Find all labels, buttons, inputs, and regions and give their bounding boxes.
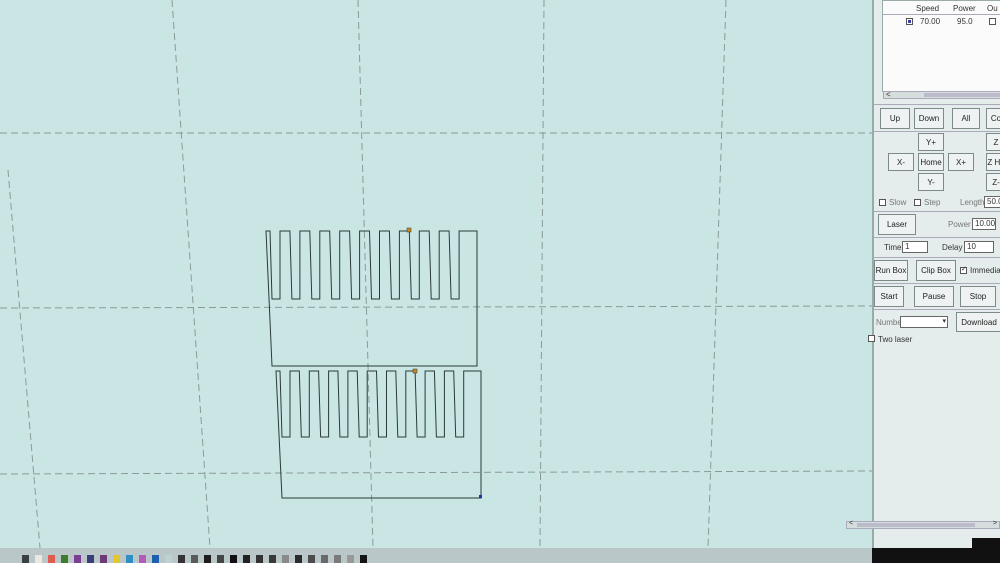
output-header: Ou [987, 4, 998, 13]
color-swatch[interactable] [126, 555, 133, 563]
y-plus-button[interactable]: Y+ [918, 133, 944, 151]
comb-shapes[interactable] [265, 227, 482, 499]
horizontal-guide [0, 305, 872, 309]
page-guides [0, 0, 872, 548]
color-swatch[interactable] [321, 555, 328, 563]
start-button[interactable]: Start [874, 286, 904, 307]
color-swatch[interactable] [152, 555, 159, 563]
color-swatch[interactable] [204, 555, 211, 563]
home-button[interactable]: Home [918, 153, 944, 171]
number-select[interactable]: ▾ [900, 316, 948, 328]
layer-power-value[interactable]: 95.0 [957, 17, 973, 26]
clip-box-button[interactable]: Clip Box [916, 260, 956, 281]
speed-header: Speed [916, 4, 940, 13]
color-swatch[interactable] [87, 555, 94, 563]
color-palette[interactable] [0, 548, 872, 563]
x-minus-button[interactable]: X- [888, 153, 914, 171]
color-swatch[interactable] [61, 555, 68, 563]
scroll-left-arrow-icon[interactable]: < [849, 520, 853, 527]
z-plus-button[interactable]: Z [986, 133, 1000, 151]
color-swatch[interactable] [243, 555, 250, 563]
immediate-label: Immediate [970, 266, 1000, 275]
down-button[interactable]: Down [914, 108, 944, 129]
color-swatch[interactable] [360, 555, 367, 563]
monitor-bezel [972, 538, 1000, 563]
color-swatch[interactable] [269, 555, 276, 563]
slow-checkbox[interactable] [879, 199, 886, 206]
immediate-checkbox[interactable]: ✓ [960, 266, 967, 274]
color-swatch[interactable] [178, 555, 185, 563]
layer-scrollbar[interactable]: < [883, 90, 1000, 99]
length-label: Length [960, 198, 985, 207]
color-swatch[interactable] [191, 555, 198, 563]
color-swatch[interactable] [22, 555, 29, 563]
selection-handle-icon [406, 227, 412, 233]
step-label: Step [924, 198, 941, 207]
color-swatch[interactable] [217, 555, 224, 563]
length-input[interactable]: 50.00 [984, 196, 1000, 208]
color-swatch[interactable] [308, 555, 315, 563]
layer-table[interactable]: Speed Power Ou 70.00 95.0 < [882, 0, 1000, 99]
color-swatch[interactable] [282, 555, 289, 563]
color-swatch[interactable] [256, 555, 263, 563]
color-swatch[interactable] [113, 555, 120, 563]
co-button[interactable]: Co [986, 108, 1000, 129]
scroll-left-icon[interactable]: < [886, 90, 891, 99]
all-button[interactable]: All [952, 108, 980, 129]
download-button[interactable]: Download [956, 312, 1000, 332]
vertical-guide [7, 169, 41, 548]
layer-speed-value[interactable]: 70.00 [920, 17, 940, 26]
color-swatch[interactable] [74, 555, 81, 563]
anchor-point-icon [479, 495, 482, 498]
power-header: Power [953, 4, 976, 13]
slow-label: Slow [889, 198, 907, 207]
laser-control-panel: Speed Power Ou 70.00 95.0 < Up Down All … [846, 0, 1000, 548]
color-swatch[interactable] [295, 555, 302, 563]
laser-button[interactable]: Laser [878, 214, 916, 235]
delay-label: Delay [942, 243, 963, 252]
color-swatch[interactable] [100, 555, 107, 563]
color-swatch[interactable] [347, 555, 354, 563]
color-swatch[interactable] [230, 555, 237, 563]
color-swatch[interactable] [165, 555, 172, 563]
two-laser-label: Two laser [878, 335, 913, 344]
horizontal-guide [0, 470, 872, 475]
up-button[interactable]: Up [880, 108, 910, 129]
x-plus-button[interactable]: X+ [948, 153, 974, 171]
vertical-guide [539, 0, 545, 548]
times-input[interactable]: 1 [902, 241, 928, 253]
panel-scrollbar[interactable]: < > [846, 520, 1000, 529]
two-laser-checkbox[interactable] [868, 335, 875, 342]
chevron-down-icon[interactable]: ▾ [942, 317, 946, 327]
comb-shape-bottom[interactable] [275, 370, 482, 499]
comb-shape-top[interactable] [265, 230, 478, 367]
color-swatch[interactable] [48, 555, 55, 563]
power-input[interactable]: 10.00 [972, 218, 996, 230]
color-swatch[interactable] [35, 555, 42, 563]
layer-color-dropdown[interactable] [906, 18, 913, 25]
run-box-button[interactable]: Run Box [874, 260, 908, 281]
y-minus-button[interactable]: Y- [918, 173, 944, 191]
layer-output-checkbox[interactable] [989, 18, 996, 25]
delay-input[interactable]: 10 [964, 241, 994, 253]
selection-handle-icon [412, 368, 418, 374]
step-checkbox[interactable] [914, 199, 921, 206]
drawing-canvas[interactable] [0, 0, 872, 548]
scroll-right-arrow-icon[interactable]: > [993, 520, 997, 527]
color-swatch[interactable] [334, 555, 341, 563]
power-label: Power [948, 220, 971, 229]
z-minus-button[interactable]: Z- [986, 173, 1000, 191]
vertical-guide [707, 0, 727, 548]
z-home-button[interactable]: Z Ho [986, 153, 1000, 171]
color-swatch[interactable] [139, 555, 146, 563]
stop-button[interactable]: Stop [960, 286, 996, 307]
vertical-guide [171, 0, 211, 548]
pause-button[interactable]: Pause [914, 286, 954, 307]
workspace-svg[interactable] [0, 0, 872, 548]
